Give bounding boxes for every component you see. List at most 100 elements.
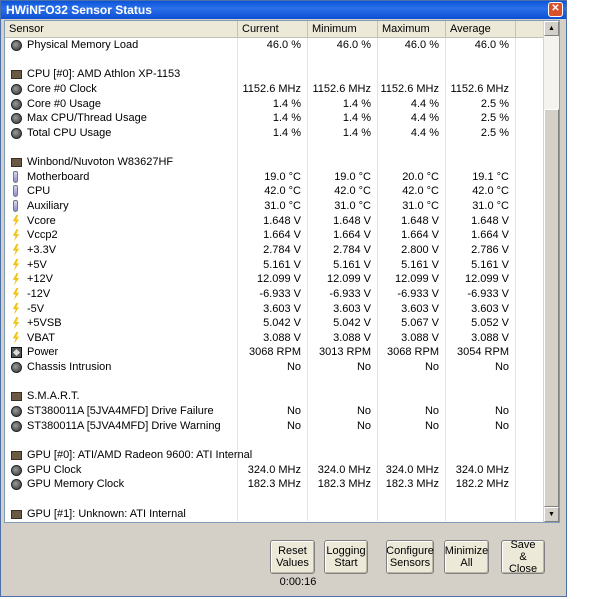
- minimum-value-cell: [308, 506, 378, 522]
- current-value-cell: [238, 155, 308, 170]
- voltage-icon: [12, 243, 20, 256]
- table-row[interactable]: Max CPU/Thread Usage 1.4 % 1.4 % 4.4 % 2.5 %: [5, 111, 545, 126]
- table-row[interactable]: Motherboard 19.0 °C 19.0 °C 20.0 °C 19.1 °C: [5, 169, 545, 185]
- table-row[interactable]: GPU Clock 324.0 MHz 324.0 MHz 324.0 MHz 324.…: [5, 462, 545, 478]
- filler-cell: [516, 477, 545, 492]
- average-value-cell: 3.088 V: [446, 330, 516, 346]
- filler-cell: [516, 155, 545, 170]
- current-value-cell: No: [238, 360, 308, 375]
- save-close-label-1: Save: [510, 539, 536, 551]
- table-row[interactable]: GPU [#0]: ATI/AMD Radeon 9600: ATI Inter…: [5, 447, 545, 463]
- average-value-cell: [446, 447, 516, 463]
- vertical-scrollbar[interactable]: ▲ ▼: [543, 21, 559, 522]
- save-close-button[interactable]: Save & Close: [501, 539, 545, 575]
- average-value-cell: No: [446, 360, 516, 375]
- table-row[interactable]: Chassis Intrusion No No No No: [5, 360, 545, 375]
- column-header-average[interactable]: Average: [446, 21, 516, 37]
- current-value-cell: -6.933 V: [238, 286, 308, 302]
- table-row[interactable]: Core #0 Clock 1152.6 MHz 1152.6 MHz 1152.6 …: [5, 81, 545, 97]
- sensor-icon: [11, 127, 22, 139]
- current-value-cell: 3.088 V: [238, 330, 308, 346]
- filler-cell: [516, 228, 545, 243]
- scroll-up-icon[interactable]: ▲: [544, 21, 559, 36]
- maximum-value-cell-text: 5.161 V: [401, 258, 439, 271]
- average-value-cell: 42.0 °C: [446, 184, 516, 200]
- scroll-down-icon[interactable]: ▼: [544, 507, 559, 522]
- table-row[interactable]: Power 3068 RPM 3013 RPM 3068 RPM 3054 RPM: [5, 345, 545, 361]
- average-value-cell: 5.052 V: [446, 316, 516, 331]
- filler-cell: [516, 360, 545, 375]
- table-row[interactable]: +3.3V 2.784 V 2.784 V 2.800 V 2.786 V: [5, 242, 545, 258]
- filler-cell: [516, 462, 545, 478]
- minimum-value-cell: [308, 447, 378, 463]
- column-header-minimum[interactable]: Minimum: [308, 21, 378, 37]
- current-value-cell: 2.784 V: [238, 242, 308, 258]
- table-row[interactable]: GPU Memory Clock 182.3 MHz 182.3 MHz 182.3 …: [5, 477, 545, 492]
- table-row[interactable]: +5VSB 5.042 V 5.042 V 5.067 V 5.052 V: [5, 316, 545, 331]
- table-row[interactable]: Vcore 1.648 V 1.648 V 1.648 V 1.648 V: [5, 213, 545, 229]
- maximum-value-cell: 5.067 V: [378, 316, 446, 331]
- column-header-maximum[interactable]: Maximum: [378, 21, 446, 37]
- sensor-name-cell: [5, 52, 238, 68]
- table-row[interactable]: CPU [#0]: AMD Athlon XP-1153: [5, 67, 545, 82]
- minimum-value-cell: [308, 155, 378, 170]
- reset-values-button[interactable]: Reset Values: [270, 540, 315, 574]
- configure-sensors-button[interactable]: Configure Sensors: [386, 540, 434, 574]
- sensor-name-cell-text: S.M.A.R.T.: [27, 390, 80, 403]
- current-value-cell: 5.042 V: [238, 316, 308, 331]
- maximum-value-cell: 3.603 V: [378, 301, 446, 317]
- minimize-all-button[interactable]: Minimize All: [444, 540, 489, 574]
- table-row[interactable]: Auxiliary 31.0 °C 31.0 °C 31.0 °C 31.0 °C: [5, 199, 545, 214]
- sensor-name-cell-text: Auxiliary: [27, 200, 69, 213]
- logging-start-button[interactable]: Logging Start: [324, 540, 368, 574]
- maximum-value-cell-text: 46.0 %: [404, 39, 439, 51]
- current-value-cell: 12.099 V: [238, 272, 308, 287]
- filler-cell: [516, 433, 545, 448]
- maximum-value-cell-text: -6.933 V: [397, 287, 439, 300]
- close-icon[interactable]: ✕: [548, 2, 563, 17]
- current-value-cell-text: 31.0 °C: [264, 200, 301, 213]
- column-header-current[interactable]: Current: [238, 21, 308, 37]
- average-value-cell: [446, 155, 516, 170]
- table-row[interactable]: Physical Memory Load 46.0 % 46.0 % 46.0 % 46…: [5, 38, 545, 53]
- sensor-list[interactable]: Sensor Current Minimum Maximum Average P…: [4, 20, 560, 523]
- current-value-cell: 1.664 V: [238, 228, 308, 243]
- filler-cell: [516, 184, 545, 200]
- minimum-value-cell: 3.603 V: [308, 301, 378, 317]
- current-value-cell: 46.0 %: [238, 38, 308, 53]
- table-row[interactable]: S.M.A.R.T.: [5, 389, 545, 405]
- chip-icon: [11, 450, 22, 460]
- reset-values-label-1: Reset: [278, 545, 307, 557]
- minimum-value-cell-text: 31.0 °C: [334, 200, 371, 213]
- minimum-value-cell: 1152.6 MHz: [308, 81, 378, 97]
- table-row[interactable]: ST380011A [5JVA4MFD] Drive Warning No No No…: [5, 418, 545, 434]
- table-row[interactable]: -12V -6.933 V -6.933 V -6.933 V -6.933 V: [5, 286, 545, 302]
- minimum-value-cell: 182.3 MHz: [308, 477, 378, 492]
- maximum-value-cell: 4.4 %: [378, 96, 446, 112]
- minimum-value-cell: 1.664 V: [308, 228, 378, 243]
- table-row[interactable]: Total CPU Usage 1.4 % 1.4 % 4.4 % 2.5 %: [5, 125, 545, 141]
- minimum-value-cell-text: 46.0 %: [336, 39, 371, 51]
- average-value-cell-text: 19.1 °C: [472, 170, 509, 183]
- table-row[interactable]: Core #0 Usage 1.4 % 1.4 % 4.4 % 2.5 %: [5, 96, 545, 112]
- average-value-cell-text: 1.648 V: [471, 214, 509, 227]
- table-row[interactable]: VBAT 3.088 V 3.088 V 3.088 V 3.088 V: [5, 330, 545, 346]
- scrollbar-thumb[interactable]: [544, 109, 559, 507]
- table-row[interactable]: +12V 12.099 V 12.099 V 12.099 V 12.099 V: [5, 272, 545, 287]
- filler-cell: [516, 52, 545, 68]
- minimum-value-cell: -6.933 V: [308, 286, 378, 302]
- table-row[interactable]: Winbond/Nuvoton W83627HF: [5, 155, 545, 170]
- current-value-cell-text: 1.664 V: [263, 229, 301, 242]
- sensor-name-cell: -5V: [5, 301, 238, 317]
- filler-cell: [516, 301, 545, 317]
- table-row[interactable]: Vccp2 1.664 V 1.664 V 1.664 V 1.664 V: [5, 228, 545, 243]
- column-header-sensor[interactable]: Sensor: [5, 21, 238, 37]
- table-row[interactable]: CPU 42.0 °C 42.0 °C 42.0 °C 42.0 °C: [5, 184, 545, 200]
- table-row[interactable]: GPU [#1]: Unknown: ATI Internal: [5, 506, 545, 522]
- table-row[interactable]: +5V 5.161 V 5.161 V 5.161 V 5.161 V: [5, 257, 545, 273]
- minimum-value-cell: [308, 140, 378, 156]
- window-title: HWiNFO32 Sensor Status: [6, 3, 152, 17]
- minimum-value-cell: 5.161 V: [308, 257, 378, 273]
- table-row[interactable]: -5V 3.603 V 3.603 V 3.603 V 3.603 V: [5, 301, 545, 317]
- table-row[interactable]: ST380011A [5JVA4MFD] Drive Failure No No No…: [5, 404, 545, 419]
